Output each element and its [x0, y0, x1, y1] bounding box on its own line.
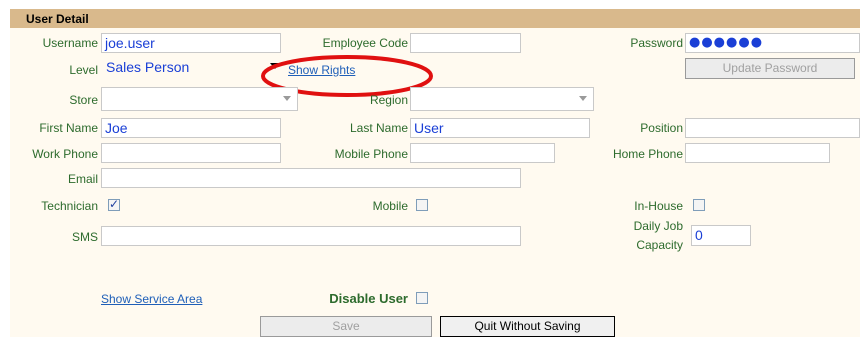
sms-input[interactable] — [101, 226, 521, 246]
daily-job-capacity-label-line2: Capacity — [636, 238, 683, 252]
mobile-checkbox[interactable] — [416, 199, 428, 211]
level-label: Level — [69, 63, 98, 77]
mobile-phone-label: Mobile Phone — [334, 147, 408, 161]
position-input[interactable] — [685, 118, 860, 138]
region-label: Region — [369, 93, 408, 107]
position-label: Position — [640, 121, 683, 135]
quit-without-saving-button[interactable]: Quit Without Saving — [440, 316, 615, 337]
disable-user-checkbox[interactable] — [416, 292, 428, 304]
chevron-down-icon — [579, 96, 587, 101]
show-service-area-link[interactable]: Show Service Area — [101, 292, 202, 306]
employee-code-input[interactable] — [410, 33, 521, 53]
email-input[interactable] — [101, 168, 521, 188]
technician-label: Technician — [41, 199, 98, 213]
first-name-label: First Name — [39, 121, 98, 135]
section-header: User Detail — [10, 9, 860, 28]
in-house-label: In-House — [634, 199, 683, 213]
store-label: Store — [69, 93, 98, 107]
update-password-button[interactable]: Update Password — [685, 58, 855, 79]
work-phone-label: Work Phone — [32, 147, 98, 161]
technician-checkbox[interactable]: ✓ — [108, 197, 120, 211]
email-label: Email — [67, 172, 98, 186]
username-input[interactable]: joe.user — [101, 33, 281, 53]
in-house-checkbox[interactable] — [693, 199, 705, 211]
work-phone-input[interactable] — [101, 143, 281, 163]
level-value: Sales Person — [106, 59, 190, 75]
save-button[interactable]: Save — [260, 316, 432, 337]
disable-user-label: Disable User — [329, 291, 408, 306]
first-name-input[interactable]: Joe — [101, 118, 281, 138]
level-select[interactable]: Sales Person — [102, 58, 282, 80]
last-name-input[interactable]: User — [410, 118, 590, 138]
sms-label: SMS — [71, 230, 98, 244]
store-select[interactable] — [101, 87, 298, 111]
section-title: User Detail — [26, 12, 89, 26]
password-label: Password — [630, 36, 683, 50]
password-input[interactable]: ●●●●●● — [685, 33, 860, 53]
chevron-down-icon — [283, 96, 291, 101]
mobile-label: Mobile — [372, 199, 408, 213]
employee-code-label: Employee Code — [322, 36, 408, 50]
home-phone-input[interactable] — [685, 143, 830, 163]
mobile-phone-input[interactable] — [410, 143, 555, 163]
region-select[interactable] — [410, 87, 594, 111]
username-label: Username — [42, 36, 98, 50]
check-icon: ✓ — [109, 197, 120, 211]
daily-job-capacity-input[interactable]: 0 — [691, 225, 751, 246]
last-name-label: Last Name — [349, 121, 408, 135]
daily-job-capacity-label-line1: Daily Job — [633, 219, 683, 233]
home-phone-label: Home Phone — [612, 147, 683, 161]
